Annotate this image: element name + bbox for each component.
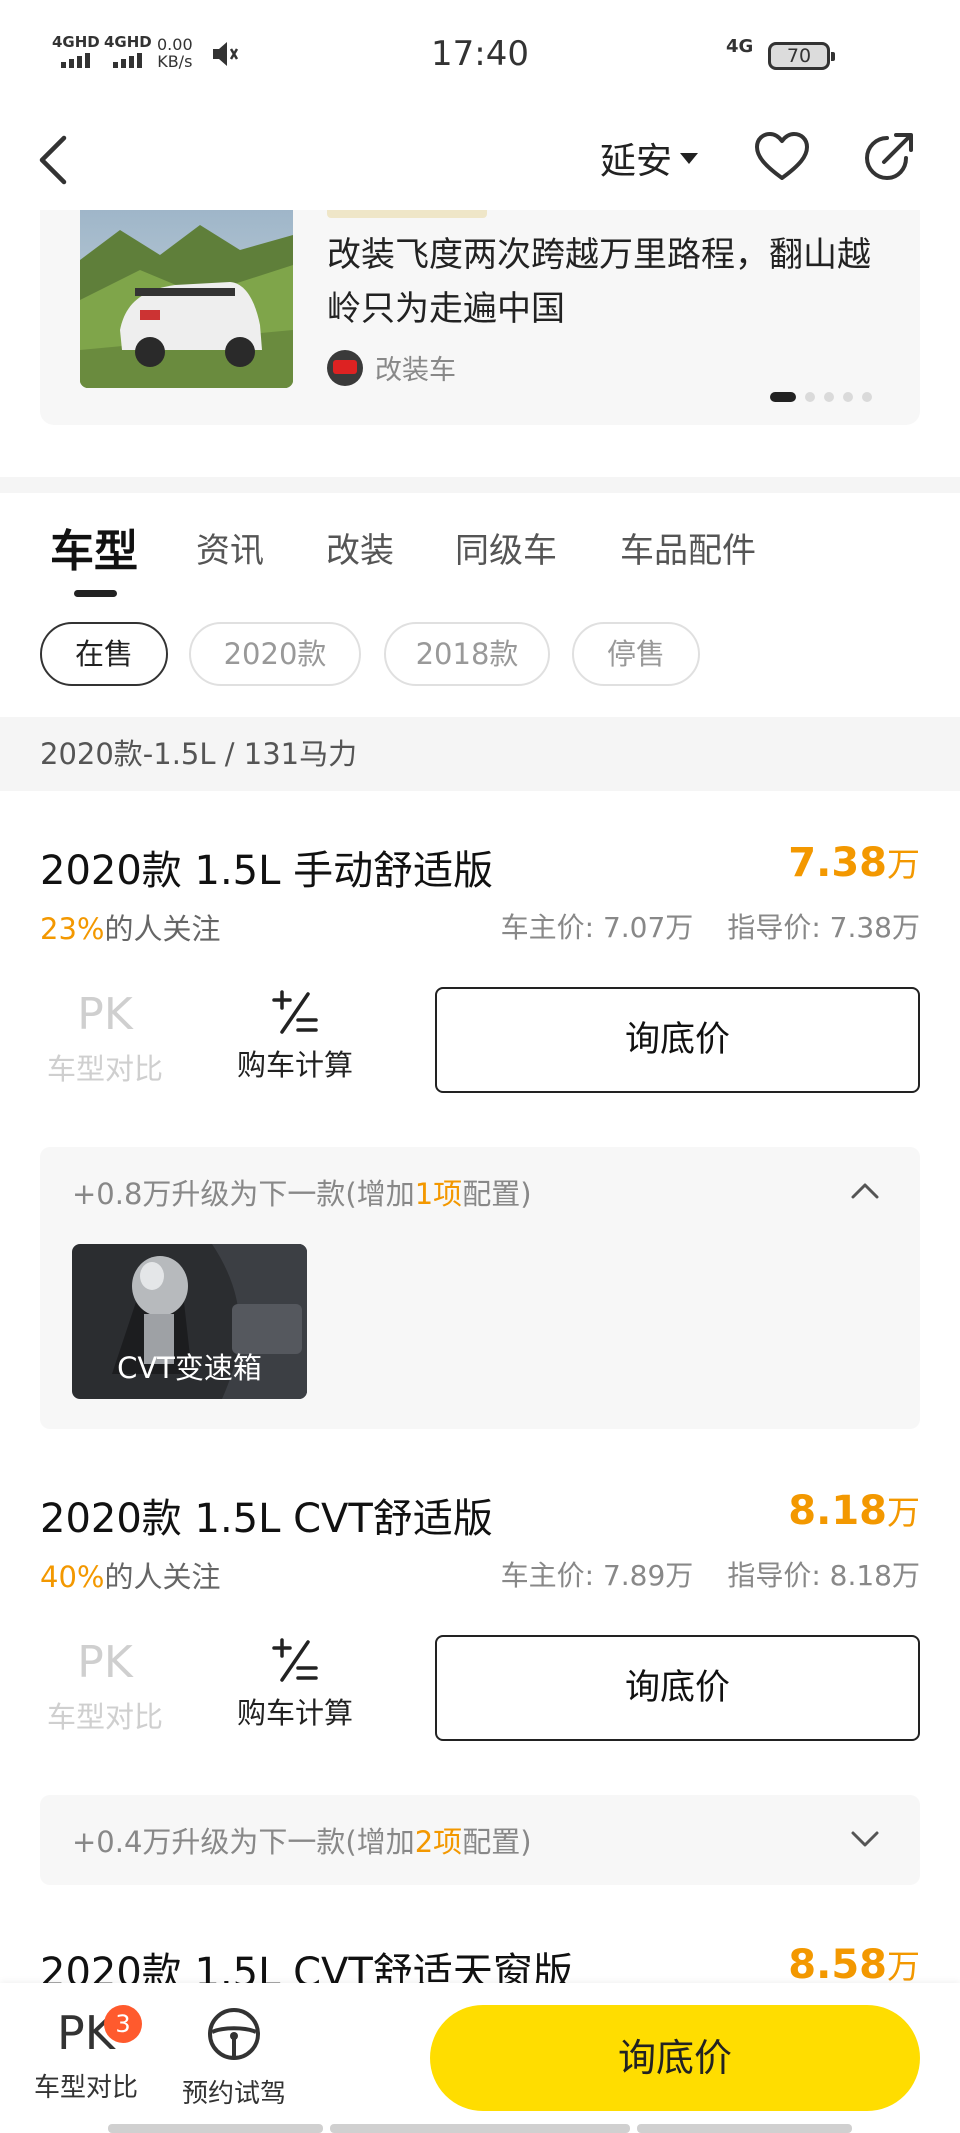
system-nav-segment <box>108 2124 323 2133</box>
filter-on-sale[interactable]: 在售 <box>40 622 168 686</box>
price-unit: 万 <box>887 845 920 884</box>
source-logo-icon <box>327 349 363 386</box>
pk-icon: PK <box>77 989 133 1040</box>
city-label: 延安 <box>600 141 673 182</box>
pk-icon: PK <box>77 1637 133 1688</box>
upgrade-prefix: +0.4万升级为下一款(增加 <box>72 1825 415 1859</box>
section-divider <box>0 477 960 493</box>
price-value: 8.58 <box>788 1942 887 1988</box>
ask-price-button[interactable]: 询底价 <box>435 987 920 1093</box>
owner-price: 车主价: 7.89万 <box>500 1559 694 1592</box>
feature-label: CVT变速箱 <box>117 1351 262 1385</box>
carousel-dot <box>824 392 834 402</box>
guide-price: 指导价: 8.18万 <box>727 1559 920 1592</box>
price-info: 车主价: 7.89万 指导价: 8.18万 <box>501 1554 920 1594</box>
carousel-dot <box>843 392 853 402</box>
section-header: 2020款-1.5L / 131马力 <box>0 717 960 791</box>
feature-card[interactable]: CVT变速箱 <box>72 1244 307 1399</box>
upgrade-suffix: 配置) <box>462 1177 532 1211</box>
network-type: 4G <box>726 36 754 57</box>
test-drive-label: 预约试驾 <box>181 2079 286 2109</box>
chevron-up-icon[interactable] <box>850 1181 880 1201</box>
ask-price-button[interactable]: 询底价 <box>435 1635 920 1741</box>
carousel-dot <box>862 392 872 402</box>
price-info: 车主价: 7.07万 指导价: 7.38万 <box>501 906 920 946</box>
bottom-action-bar: PK 3 车型对比 预约试驾 询底价 <box>0 1983 960 2133</box>
filter-2018[interactable]: 2018款 <box>384 622 550 686</box>
tab-modification[interactable]: 改装 <box>326 523 394 572</box>
owner-price: 车主价: 7.07万 <box>500 911 694 944</box>
upgrade-count: 1项 <box>414 1177 463 1211</box>
caret-down-icon <box>680 152 699 164</box>
system-nav-segment <box>330 2124 630 2133</box>
upgrade-count: 2项 <box>414 1825 463 1859</box>
price-value: 7.38 <box>788 840 887 886</box>
upgrade-text: +0.8万升级为下一款(增加1项配置) <box>72 1171 532 1213</box>
purchase-calculator-button[interactable]: 购车计算 <box>230 1636 360 1732</box>
tab-same-class[interactable]: 同级车 <box>455 523 557 572</box>
compare-tray-button[interactable]: PK 3 车型对比 <box>28 2005 144 2104</box>
carousel-dot <box>770 392 796 402</box>
price-value: 8.18 <box>788 1488 887 1534</box>
favorite-heart-icon[interactable] <box>752 128 812 188</box>
back-icon[interactable] <box>34 130 74 190</box>
price-unit: 万 <box>887 1493 920 1532</box>
model-price: 7.38万 <box>788 838 920 886</box>
nav-bar: 延安 <box>0 110 960 210</box>
compare-label: 车型对比 <box>33 2073 138 2103</box>
article-title: 改装飞度两次跨越万里路程，翻山越岭只为走遍中国 <box>327 235 871 329</box>
compare-label: 车型对比 <box>46 1700 163 1734</box>
article-card[interactable]: 改装飞度两次跨越万里路程，翻山越岭只为走遍中国 改装车 <box>40 210 920 425</box>
upgrade-suffix: 配置) <box>462 1825 532 1859</box>
share-icon[interactable] <box>860 128 920 188</box>
source-name: 改装车 <box>375 355 456 386</box>
calculator-icon <box>272 990 318 1034</box>
test-drive-button[interactable]: 预约试驾 <box>176 2005 292 2110</box>
upgrade-text: +0.4万升级为下一款(增加2项配置) <box>72 1819 532 1861</box>
guide-price: 指导价: 7.38万 <box>727 911 920 944</box>
tab-bar: 车型 资讯 改装 同级车 车品配件 <box>0 515 960 605</box>
upgrade-prefix: +0.8万升级为下一款(增加 <box>72 1177 415 1211</box>
system-nav-segment <box>637 2124 852 2133</box>
filter-discontinued[interactable]: 停售 <box>572 622 700 686</box>
compare-button[interactable]: PK 车型对比 <box>40 990 170 1088</box>
model-name[interactable]: 2020款 1.5L CVT舒适版 <box>40 1486 493 1544</box>
model-price: 8.18万 <box>788 1486 920 1534</box>
article-source: 改装车 <box>327 348 456 387</box>
tab-news[interactable]: 资讯 <box>196 523 264 572</box>
compare-button[interactable]: PK 车型对比 <box>40 1638 170 1736</box>
filter-2020[interactable]: 2020款 <box>189 622 361 686</box>
calculator-label: 购车计算 <box>236 1048 353 1082</box>
calculator-icon <box>272 1638 318 1682</box>
attention-percent: 23% <box>40 912 105 946</box>
model-name[interactable]: 2020款 1.5L 手动舒适版 <box>40 838 493 896</box>
tab-active-indicator <box>74 590 117 597</box>
city-selector[interactable]: 延安 <box>600 132 699 184</box>
attention-suffix: 的人关注 <box>104 1560 221 1594</box>
attention-suffix: 的人关注 <box>104 912 221 946</box>
compare-label: 车型对比 <box>46 1052 163 1086</box>
ask-lowest-price-button[interactable]: 询底价 <box>430 2005 920 2111</box>
carousel-indicator <box>770 392 872 402</box>
model-price: 8.58万 <box>788 1940 920 1988</box>
carousel-dot <box>805 392 815 402</box>
status-bar: 4GHD 4GHD 0.00 KB/s 17:40 4G 70 <box>0 0 960 110</box>
attention-percent: 40% <box>40 1560 105 1594</box>
price-unit: 万 <box>887 1947 920 1986</box>
tab-models[interactable]: 车型 <box>50 515 138 579</box>
tab-accessories[interactable]: 车品配件 <box>620 523 756 572</box>
attention-text: 23%的人关注 <box>40 906 220 948</box>
upgrade-panel[interactable]: +0.4万升级为下一款(增加2项配置) <box>40 1795 920 1885</box>
article-thumbnail <box>80 210 293 388</box>
chevron-down-icon[interactable] <box>850 1829 880 1849</box>
upgrade-panel: +0.8万升级为下一款(增加1项配置) CVT变速箱 <box>40 1147 920 1429</box>
compare-count-badge: 3 <box>104 2005 142 2043</box>
article-tag <box>327 210 487 218</box>
steering-wheel-icon <box>208 2008 260 2060</box>
calculator-label: 购车计算 <box>236 1696 353 1730</box>
battery-icon: 70 <box>768 42 835 70</box>
purchase-calculator-button[interactable]: 购车计算 <box>230 988 360 1084</box>
attention-text: 40%的人关注 <box>40 1554 220 1596</box>
